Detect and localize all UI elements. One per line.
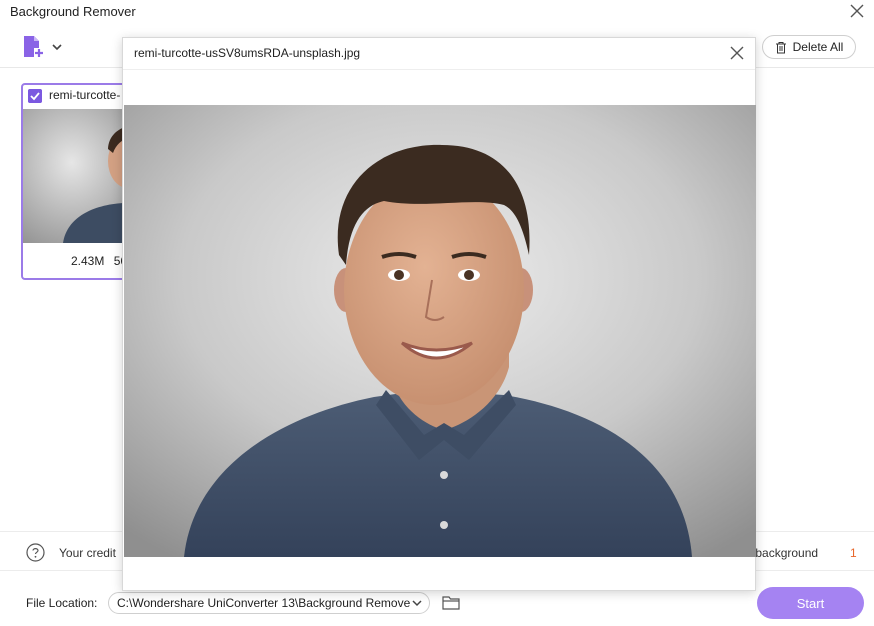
- file-location-label: File Location:: [26, 596, 98, 610]
- preview-image: [124, 105, 756, 557]
- chevron-down-icon: [412, 600, 422, 607]
- background-remover-window: Background Remover Delete All remi-turco…: [0, 0, 874, 626]
- title-bar: Background Remover: [0, 0, 874, 24]
- file-name: remi-turcotte-: [49, 88, 121, 102]
- delete-all-label: Delete All: [792, 40, 844, 54]
- file-info: 2.43M 56: [71, 254, 127, 268]
- file-location-value: C:\Wondershare UniConverter 13\Backgroun…: [117, 596, 411, 610]
- checkbox-checked-icon[interactable]: [28, 89, 42, 103]
- trash-icon: [775, 41, 786, 53]
- start-button[interactable]: Start: [757, 587, 864, 619]
- folder-icon[interactable]: [442, 594, 460, 610]
- removing-background-count: 1: [850, 546, 857, 560]
- divider: [123, 69, 755, 70]
- close-icon[interactable]: [729, 45, 745, 61]
- help-icon[interactable]: [26, 543, 45, 562]
- preview-dialog: remi-turcotte-usSV8umsRDA-unsplash.jpg: [122, 37, 756, 591]
- window-title: Background Remover: [10, 4, 136, 19]
- chevron-down-icon[interactable]: [50, 40, 64, 54]
- add-file-button[interactable]: [20, 34, 64, 60]
- credit-text: Your credit: [59, 546, 116, 560]
- file-location-select[interactable]: C:\Wondershare UniConverter 13\Backgroun…: [108, 592, 430, 614]
- add-file-icon: [24, 36, 44, 58]
- close-icon[interactable]: [848, 2, 866, 20]
- preview-title: remi-turcotte-usSV8umsRDA-unsplash.jpg: [134, 46, 361, 60]
- delete-all-button[interactable]: Delete All: [762, 35, 856, 59]
- start-label: Start: [796, 595, 825, 611]
- file-size: 2.43M: [71, 254, 105, 268]
